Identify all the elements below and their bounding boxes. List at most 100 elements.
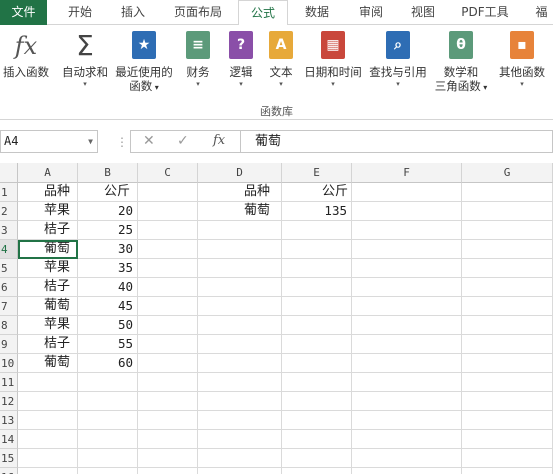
chevron-down-icon[interactable]: ▾ [493,79,551,89]
insert-function-button[interactable]: fx 插入函数 [0,31,52,101]
column-header-c[interactable]: C [138,163,198,183]
cell-f15[interactable] [352,449,462,468]
chevron-down-icon[interactable]: ▼ [88,131,93,152]
tab-3[interactable]: 页面布局 [165,0,231,25]
cell-f8[interactable] [352,316,462,335]
cell-f2[interactable] [352,202,462,221]
cell-a4[interactable]: 葡萄 [18,240,78,259]
cell-c12[interactable] [138,392,198,411]
cell-f5[interactable] [352,259,462,278]
cell-c3[interactable] [138,221,198,240]
chevron-down-icon[interactable]: ▾ [222,79,260,89]
cell-c4[interactable] [138,240,198,259]
row-header-11[interactable]: 11 [0,373,18,392]
cell-c1[interactable] [138,183,198,202]
column-header-g[interactable]: G [462,163,553,183]
chevron-down-icon[interactable]: ▾ [481,83,487,92]
cell-c5[interactable] [138,259,198,278]
cell-f10[interactable] [352,354,462,373]
tab-2[interactable]: 插入 [110,0,156,25]
cell-g5[interactable] [462,259,553,278]
cell-d16[interactable] [198,468,282,474]
cell-g3[interactable] [462,221,553,240]
cell-d15[interactable] [198,449,282,468]
cell-c14[interactable] [138,430,198,449]
cell-a3[interactable]: 桔子 [18,221,78,240]
cell-d14[interactable] [198,430,282,449]
row-header-15[interactable]: 15 [0,449,18,468]
tab-7[interactable]: 视图 [400,0,446,25]
cell-b6[interactable]: 40 [78,278,138,297]
cell-f13[interactable] [352,411,462,430]
cell-e13[interactable] [282,411,352,430]
cell-f12[interactable] [352,392,462,411]
cell-c7[interactable] [138,297,198,316]
row-header-7[interactable]: 7 [0,297,18,316]
cell-d11[interactable] [198,373,282,392]
cell-g7[interactable] [462,297,553,316]
cell-b16[interactable] [78,468,138,474]
cell-a15[interactable] [18,449,78,468]
cell-g6[interactable] [462,278,553,297]
cell-a14[interactable] [18,430,78,449]
cell-g14[interactable] [462,430,553,449]
cell-d5[interactable] [198,259,282,278]
cell-f7[interactable] [352,297,462,316]
cell-b4[interactable]: 30 [78,240,138,259]
date-time-button[interactable]: ▦ 日期和时间 ▾ [302,31,364,101]
cell-c11[interactable] [138,373,198,392]
cell-d4[interactable] [198,240,282,259]
formula-input[interactable]: 葡萄 [240,130,553,153]
cell-e6[interactable] [282,278,352,297]
row-header-2[interactable]: 2 [0,202,18,221]
row-header-9[interactable]: 9 [0,335,18,354]
cell-g15[interactable] [462,449,553,468]
row-header-16[interactable]: 16 [0,468,18,474]
cell-a6[interactable]: 桔子 [18,278,78,297]
cell-e9[interactable] [282,335,352,354]
cancel-icon[interactable]: ✕ [143,133,155,149]
cell-f6[interactable] [352,278,462,297]
cell-b15[interactable] [78,449,138,468]
cell-c8[interactable] [138,316,198,335]
cell-g11[interactable] [462,373,553,392]
column-header-e[interactable]: E [282,163,352,183]
cell-e3[interactable] [282,221,352,240]
cell-a10[interactable]: 葡萄 [18,354,78,373]
name-box[interactable]: A4 ▼ [0,130,98,153]
enter-icon[interactable]: ✓ [177,133,189,149]
cell-f16[interactable] [352,468,462,474]
cell-b12[interactable] [78,392,138,411]
row-header-1[interactable]: 1 [0,183,18,202]
tab-0[interactable]: 文件 [0,0,47,25]
row-header-14[interactable]: 14 [0,430,18,449]
cell-d6[interactable] [198,278,282,297]
tab-5[interactable]: 数据 [294,0,340,25]
cell-g9[interactable] [462,335,553,354]
cell-d2[interactable]: 葡萄 [198,202,282,221]
row-header-4[interactable]: 4 [0,240,18,259]
cell-a12[interactable] [18,392,78,411]
cell-f1[interactable] [352,183,462,202]
cell-g16[interactable] [462,468,553,474]
cell-d13[interactable] [198,411,282,430]
cell-c2[interactable] [138,202,198,221]
row-header-10[interactable]: 10 [0,354,18,373]
tab-4[interactable]: 公式 [238,0,288,26]
math-trig-button[interactable]: θ 数学和 三角函数 ▾ [432,31,490,101]
chevron-down-icon[interactable]: ▾ [178,79,218,89]
tab-1[interactable]: 开始 [55,0,105,25]
chevron-down-icon[interactable]: ▾ [152,83,159,92]
cell-c13[interactable] [138,411,198,430]
cell-f11[interactable] [352,373,462,392]
chevron-down-icon[interactable]: ▾ [58,79,112,89]
cell-d12[interactable] [198,392,282,411]
cell-f14[interactable] [352,430,462,449]
cell-a9[interactable]: 桔子 [18,335,78,354]
cell-b7[interactable]: 45 [78,297,138,316]
cell-g8[interactable] [462,316,553,335]
cell-b3[interactable]: 25 [78,221,138,240]
cell-e7[interactable] [282,297,352,316]
cell-b1[interactable]: 公斤 [78,183,138,202]
row-header-3[interactable]: 3 [0,221,18,240]
